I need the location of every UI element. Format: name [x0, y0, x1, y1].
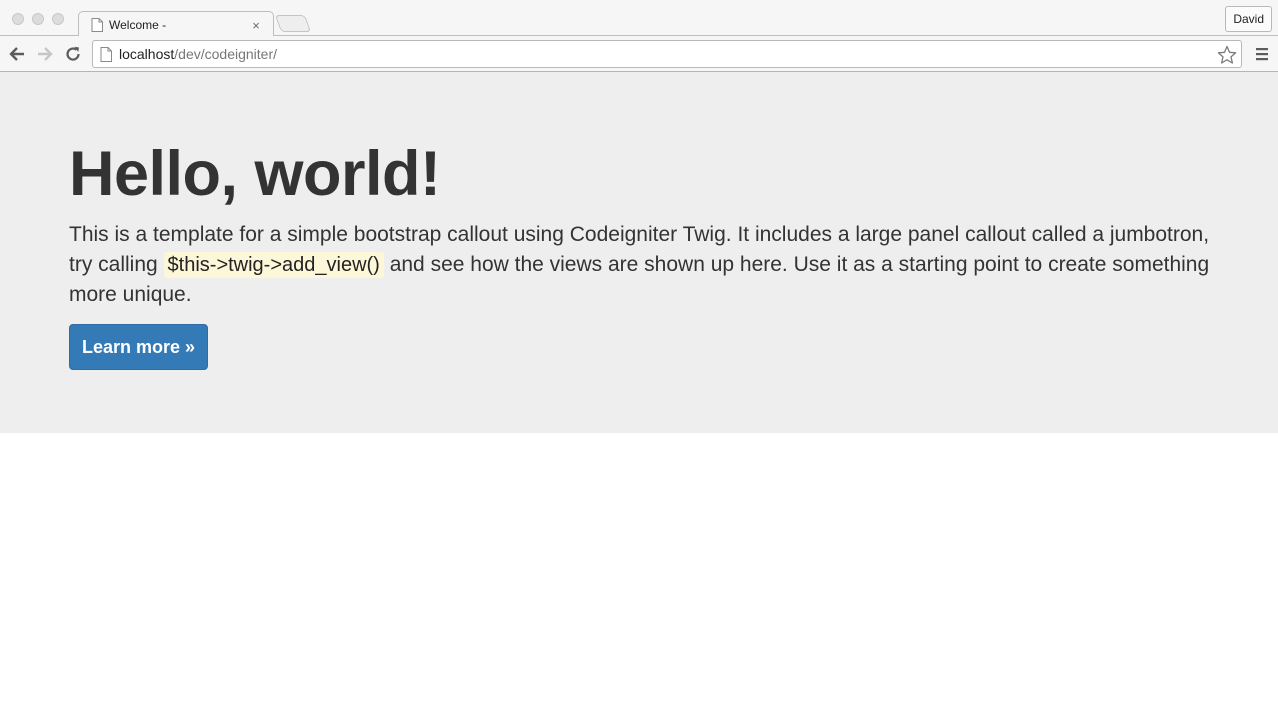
- window-minimize-button[interactable]: [32, 13, 44, 25]
- back-arrow-icon[interactable]: [7, 44, 27, 64]
- window-close-button[interactable]: [12, 13, 24, 25]
- tab-strip: Welcome - × David: [0, 0, 1278, 37]
- tab-close-icon[interactable]: ×: [249, 18, 263, 33]
- page-title: Hello, world!: [69, 139, 441, 209]
- menu-icon[interactable]: [1254, 46, 1270, 62]
- tab-title: Welcome -: [109, 18, 167, 32]
- url-path: /dev/codeigniter/: [174, 46, 277, 62]
- page-icon: [91, 18, 103, 32]
- address-bar[interactable]: localhost/dev/codeigniter/: [92, 40, 1242, 68]
- page-viewport: Hello, world! This is a template for a s…: [0, 72, 1278, 721]
- reload-icon[interactable]: [63, 44, 83, 64]
- browser-tab[interactable]: Welcome - ×: [78, 11, 274, 37]
- page-icon: [100, 47, 112, 62]
- jumbotron-description: This is a template for a simple bootstra…: [69, 220, 1219, 310]
- learn-more-button[interactable]: Learn more »: [69, 324, 208, 370]
- window-maximize-button[interactable]: [52, 13, 64, 25]
- browser-toolbar: localhost/dev/codeigniter/: [0, 36, 1278, 72]
- bookmark-star-icon[interactable]: [1216, 44, 1238, 66]
- url-text[interactable]: localhost/dev/codeigniter/: [119, 46, 277, 62]
- forward-arrow-icon[interactable]: [35, 44, 55, 64]
- profile-button[interactable]: David: [1225, 6, 1272, 32]
- jumbotron: Hello, world! This is a template for a s…: [0, 72, 1278, 433]
- code-snippet: $this->twig->add_view(): [163, 252, 384, 278]
- url-host: localhost: [119, 46, 175, 62]
- new-tab-button[interactable]: [274, 15, 312, 32]
